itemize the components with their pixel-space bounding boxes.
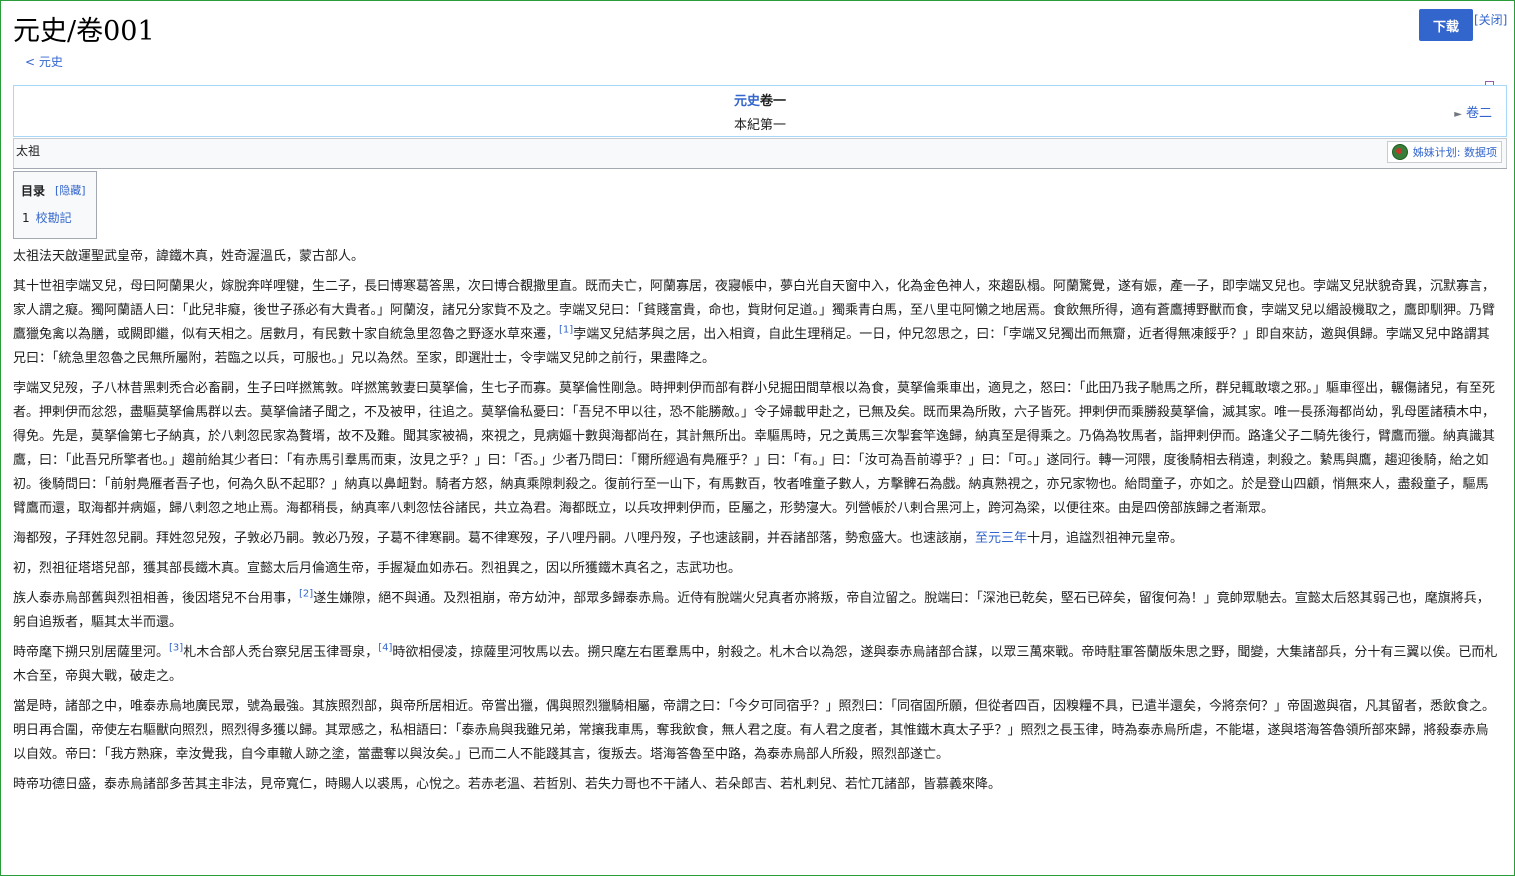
footnote-ref-3[interactable]: [3] (169, 643, 183, 654)
paragraph-text: 十月，追諡烈祖神元皇帝。 (1027, 531, 1184, 546)
toc-title: 目录 (21, 184, 46, 198)
paragraph-text: 札木合部人禿台察兒居玉律哥泉， (183, 645, 379, 660)
close-link[interactable]: [关闭] (1474, 11, 1507, 28)
paragraph: 當是時，諸部之中，唯泰赤烏地廣民眾，號為最強。其族照烈部，與帝所居相近。帝嘗出獵… (13, 699, 1496, 762)
paragraph: 族人泰赤烏部舊與烈祖相善，後因塔兒不台用事，[2]遂生嫌隙，絕不與通。及烈祖崩，… (13, 587, 1500, 635)
next-volume-link[interactable]: ► 卷二 (1454, 102, 1492, 121)
zhiyuan-link[interactable]: 至元三年 (975, 531, 1027, 546)
footnote-ref-1[interactable]: [1] (559, 325, 573, 336)
toc-item-number: 1 (22, 211, 30, 225)
paragraph: 海都歿，子拜姓忽兒嗣。拜姓忽兒歿，子敦必乃嗣。敦必乃歿，子葛不律寒嗣。葛不律寒歿… (13, 527, 1500, 551)
download-button[interactable]: 下载 (1419, 9, 1473, 41)
wikidata-icon (1391, 144, 1408, 160)
toc-item-label[interactable]: 校勘記 (36, 211, 72, 225)
paragraph: 其十世祖孛端叉兒，母曰阿蘭果火，嫁脫奔咩哩犍，生二子，長曰博寒葛答黑，次曰博合覩… (13, 275, 1500, 371)
sister-project-link[interactable]: 姊妹计划: 数据项 (1386, 141, 1502, 163)
paragraph: 初，烈祖征塔塔兒部，獲其部長鐵木真。宣懿太后月倫適生帝，手握凝血如赤石。烈祖異之… (13, 561, 742, 576)
sister-project-label[interactable]: 姊妹计划: 数据项 (1413, 144, 1497, 160)
back-link[interactable]: < 元史 (25, 53, 63, 70)
next-volume-label[interactable]: 卷二 (1466, 106, 1492, 121)
footnote-ref-4[interactable]: [4] (378, 643, 392, 654)
paragraph-text: 時帝麾下搠只別居薩里河。 (13, 645, 170, 660)
article-body: 太祖法天啟運聖武皇帝，諱鐵木真，姓奇渥溫氏，蒙古部人。 其十世祖孛端叉兒，母曰阿… (13, 245, 1500, 803)
footnote-ref-2[interactable]: [2] (299, 589, 313, 600)
paragraph-text: 海都歿，子拜姓忽兒嗣。拜姓忽兒歿，子敦必乃嗣。敦必乃歿，子葛不律寒嗣。葛不律寒歿… (13, 531, 976, 546)
paragraph: 時帝功德日盛，泰赤烏諸部多苦其主非法，見帝寬仁，時賜人以裘馬，心悅之。若赤老溫、… (13, 777, 1002, 792)
page-title: 元史/卷001 (13, 16, 155, 47)
paragraph: 時帝麾下搠只別居薩里河。[3]札木合部人禿台察兒居玉律哥泉，[4]時欲相侵凌，掠… (13, 641, 1500, 689)
page-frame: 元史/卷001 下载 [关闭] < 元史 元史卷一 本紀第一 ► 卷二 太祖 姊妹… (0, 0, 1515, 876)
book-link[interactable]: 元史 (734, 94, 760, 109)
divider (13, 168, 1507, 169)
table-of-contents: 目录 [隐藏] 1 校勘記 (13, 171, 97, 239)
paragraph-text: 族人泰赤烏部舊與烈祖相善，後因塔兒不台用事， (13, 591, 300, 606)
section-label: 本紀第一 (733, 118, 786, 133)
toc-hide-link[interactable]: [隐藏] (55, 182, 86, 198)
notes-text: 太祖 (16, 144, 41, 158)
paragraph: 太祖法天啟運聖武皇帝，諱鐵木真，姓奇渥溫氏，蒙古部人。 (13, 249, 365, 264)
header-title: 元史卷一 (14, 90, 1506, 109)
arrow-right-icon: ► (1454, 109, 1462, 120)
paragraph: 孛端叉兒歿，子八林昔黑剌禿合必畜嗣，生子曰咩撚篤敦。咩撚篤敦妻曰莫拏倫，生七子而… (13, 381, 1496, 516)
volume-label: 卷一 (760, 94, 787, 109)
notes-box: 太祖 姊妹计划: 数据项 (13, 138, 1507, 169)
toc-item[interactable]: 1 校勘記 (22, 209, 72, 226)
header-box: 元史卷一 本紀第一 ► 卷二 (13, 85, 1507, 137)
